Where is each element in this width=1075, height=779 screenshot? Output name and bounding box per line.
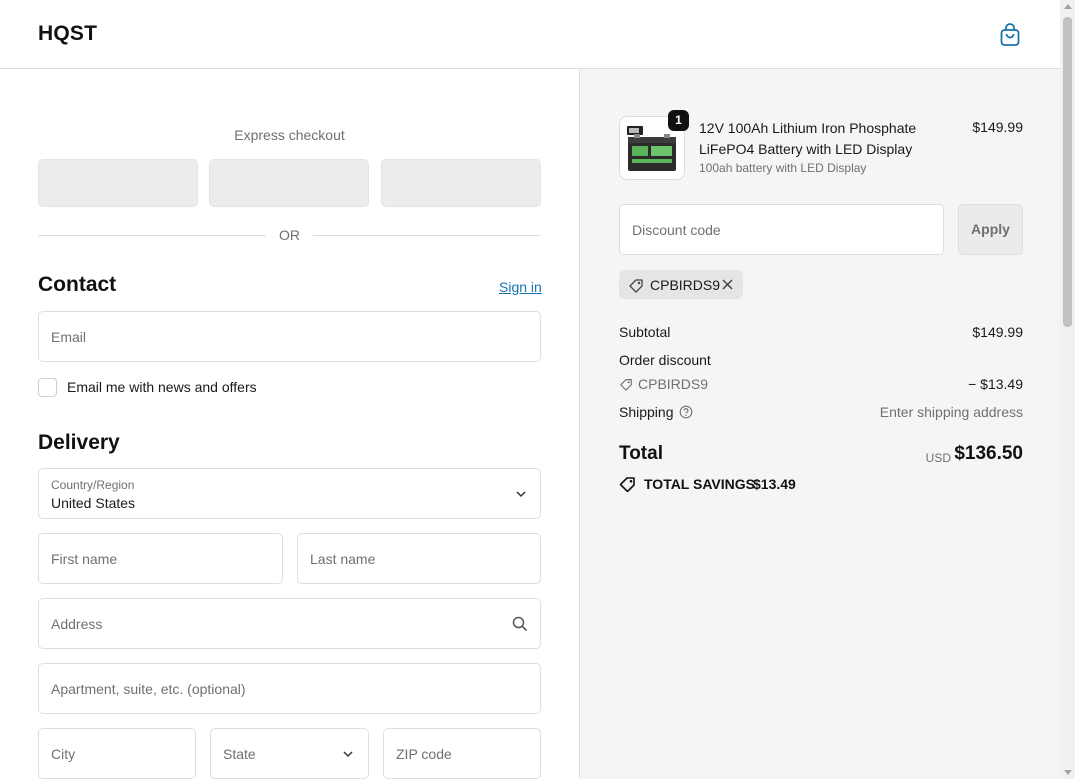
- divider: [313, 235, 541, 236]
- contact-heading: Contact: [38, 273, 117, 296]
- email-input[interactable]: [39, 312, 540, 361]
- first-name-field[interactable]: [38, 533, 283, 584]
- tag-icon: [619, 477, 635, 492]
- address-input[interactable]: [39, 599, 540, 648]
- discount-value: − $13.49: [968, 376, 1023, 392]
- city-input[interactable]: [39, 729, 195, 778]
- shipping-value: Enter shipping address: [879, 404, 1023, 420]
- shopping-bag-icon[interactable]: [999, 23, 1021, 47]
- express-pay-button-1[interactable]: [38, 159, 198, 207]
- express-pay-button-2[interactable]: [209, 159, 369, 207]
- subtotal-value: $149.99: [972, 324, 1023, 340]
- savings-label: TOTAL SAVINGS: [644, 476, 755, 492]
- discount-field[interactable]: [619, 204, 944, 255]
- country-value: United States: [51, 495, 136, 511]
- apartment-input[interactable]: [39, 664, 540, 713]
- help-icon[interactable]: [679, 405, 693, 419]
- newsletter-checkbox[interactable]: [38, 378, 57, 397]
- shipping-label: Shipping: [619, 404, 674, 420]
- product-variant: 100ah battery with LED Display: [699, 161, 867, 175]
- apartment-field[interactable]: [38, 663, 541, 714]
- subtotal-label: Subtotal: [619, 324, 671, 340]
- scroll-up-arrow[interactable]: [1064, 4, 1072, 9]
- chevron-down-icon: [343, 751, 353, 758]
- quantity-badge: 1: [668, 110, 689, 131]
- tag-icon: [629, 279, 643, 293]
- discount-input[interactable]: [620, 205, 943, 254]
- address-field[interactable]: [38, 598, 541, 649]
- product-price: $149.99: [972, 119, 1023, 135]
- chevron-down-icon: [516, 491, 526, 498]
- header: HQST: [0, 0, 1060, 69]
- discount-code-label: CPBIRDS9: [638, 376, 709, 392]
- applied-discount-chip: CPBIRDS9: [619, 270, 743, 299]
- sign-in-link[interactable]: Sign in: [499, 279, 542, 295]
- country-select[interactable]: Country/Region United States: [38, 468, 541, 519]
- brand-logo[interactable]: HQST: [38, 22, 97, 46]
- express-checkout-label: Express checkout: [234, 127, 345, 143]
- checkout-form: Express checkout OR Contact Sign in Emai…: [0, 69, 579, 779]
- scrollbar[interactable]: [1060, 0, 1075, 779]
- search-icon: [512, 616, 528, 632]
- last-name-input[interactable]: [298, 534, 540, 583]
- apply-button[interactable]: Apply: [958, 204, 1023, 255]
- state-placeholder: State: [223, 746, 256, 762]
- currency-code: USD: [925, 451, 951, 465]
- order-discount-label: Order discount: [619, 352, 711, 368]
- zip-field[interactable]: [383, 728, 541, 779]
- close-icon[interactable]: [721, 278, 734, 291]
- delivery-heading: Delivery: [38, 431, 120, 454]
- total-value: $136.50: [954, 443, 1023, 464]
- order-summary: 1 12V 100Ah Lithium Iron Phosphate LiFeP…: [579, 69, 1060, 779]
- last-name-field[interactable]: [297, 533, 541, 584]
- savings-value: $13.49: [753, 476, 796, 492]
- zip-input[interactable]: [384, 729, 540, 778]
- express-pay-button-3[interactable]: [381, 159, 541, 207]
- first-name-input[interactable]: [39, 534, 282, 583]
- newsletter-label: Email me with news and offers: [67, 379, 257, 395]
- state-select[interactable]: State: [210, 728, 369, 779]
- applied-code: CPBIRDS9: [650, 277, 721, 293]
- tag-icon: [620, 379, 632, 391]
- city-field[interactable]: [38, 728, 196, 779]
- scroll-thumb[interactable]: [1063, 17, 1072, 327]
- email-field[interactable]: [38, 311, 541, 362]
- or-separator: OR: [38, 227, 541, 243]
- scroll-down-arrow[interactable]: [1064, 770, 1072, 775]
- country-label: Country/Region: [51, 478, 135, 492]
- total-label: Total: [619, 443, 663, 464]
